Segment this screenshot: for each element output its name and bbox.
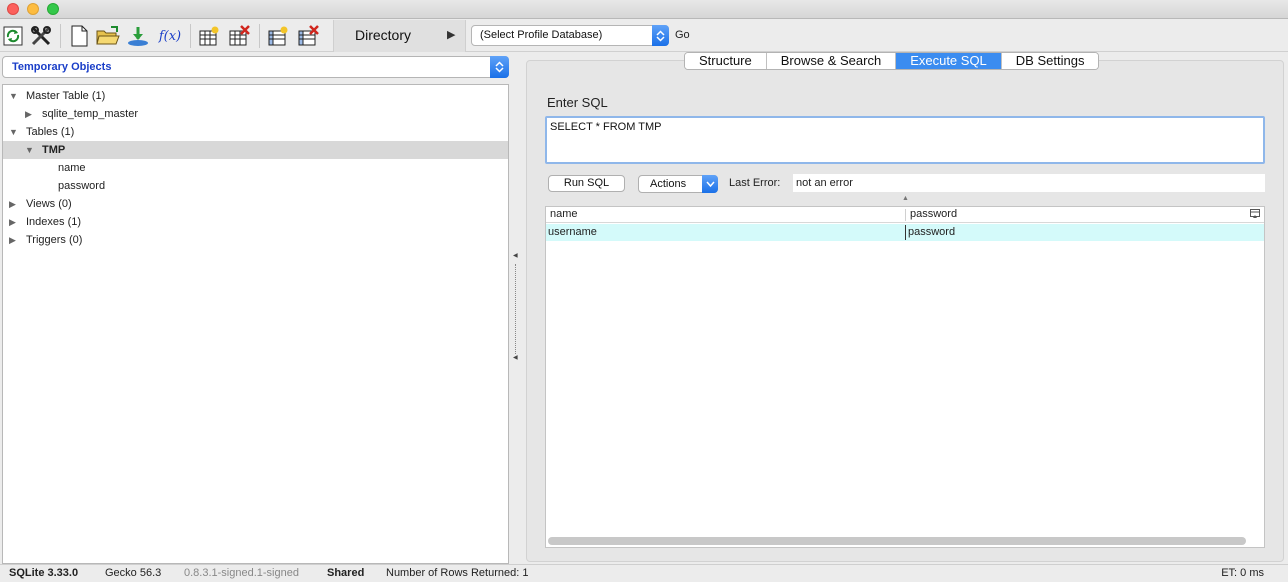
tab-execute-sql[interactable]: Execute SQL bbox=[896, 53, 1002, 69]
chevron-updown-icon[interactable] bbox=[652, 25, 669, 46]
build-version: 0.8.3.1-signed.1-signed bbox=[184, 567, 299, 579]
tree-item-column-password[interactable]: password bbox=[3, 177, 508, 195]
go-button[interactable]: Go bbox=[675, 29, 690, 41]
directory-tab[interactable]: Directory ▶ bbox=[333, 20, 466, 52]
toolbar-separator bbox=[190, 24, 191, 48]
actions-label: Actions bbox=[650, 178, 687, 190]
object-scope-select[interactable]: Temporary Objects bbox=[2, 56, 509, 78]
tab-structure[interactable]: Structure bbox=[685, 53, 767, 69]
tools-icon[interactable] bbox=[29, 24, 53, 48]
tree-item-sqlite-temp-master[interactable]: ▶ sqlite_temp_master bbox=[3, 105, 508, 123]
collapsed-triangle-icon[interactable]: ▶ bbox=[25, 105, 32, 123]
splitter-handle[interactable] bbox=[515, 264, 516, 354]
chevron-down-icon[interactable] bbox=[702, 175, 718, 193]
text-cursor bbox=[905, 225, 906, 240]
close-window-button[interactable] bbox=[7, 3, 19, 15]
new-table-icon[interactable] bbox=[197, 24, 221, 48]
chevron-updown-icon[interactable] bbox=[490, 56, 509, 78]
connection-mode: Shared bbox=[327, 567, 365, 579]
tab-browse-search[interactable]: Browse & Search bbox=[766, 53, 897, 69]
new-index-icon[interactable] bbox=[266, 24, 290, 48]
table-cell[interactable]: password bbox=[908, 224, 955, 241]
column-header-name[interactable]: name bbox=[550, 208, 578, 220]
run-sql-button[interactable]: Run SQL bbox=[548, 175, 625, 192]
column-picker-icon[interactable] bbox=[1250, 209, 1260, 219]
column-divider[interactable] bbox=[905, 209, 906, 221]
table-cell[interactable]: username bbox=[548, 224, 597, 241]
collapsed-triangle-icon[interactable]: ▶ bbox=[9, 213, 16, 231]
refresh-icon[interactable] bbox=[1, 24, 25, 48]
actions-select[interactable]: Actions bbox=[638, 175, 718, 193]
tree-item-column-name[interactable]: name bbox=[3, 159, 508, 177]
enter-sql-label: Enter SQL bbox=[547, 95, 608, 110]
sqlite-version: SQLite 3.33.0 bbox=[9, 567, 79, 579]
profile-database-value: (Select Profile Database) bbox=[480, 29, 603, 41]
gecko-version: Gecko 56.3 bbox=[105, 567, 162, 579]
new-file-icon[interactable] bbox=[67, 24, 91, 48]
toolbar-separator bbox=[60, 24, 61, 48]
toolbar-separator bbox=[259, 24, 260, 48]
expanded-triangle-icon[interactable]: ▼ bbox=[9, 123, 18, 141]
delete-table-icon[interactable] bbox=[227, 24, 251, 48]
toolbar: f(x) Directory ▶ (Select Profile Databas… bbox=[0, 20, 1288, 52]
collapsed-triangle-icon[interactable]: ▶ bbox=[9, 195, 16, 213]
horizontal-scrollbar[interactable] bbox=[548, 537, 1246, 545]
rows-returned: Number of Rows Returned: 1 bbox=[386, 567, 529, 579]
tree-item-triggers[interactable]: ▶ Triggers (0) bbox=[3, 231, 508, 249]
schema-tree[interactable]: ▼ Master Table (1) ▶ sqlite_temp_master … bbox=[2, 84, 509, 564]
column-header-password[interactable]: password bbox=[910, 208, 957, 220]
delete-index-icon[interactable] bbox=[296, 24, 320, 48]
directory-label: Directory bbox=[355, 27, 412, 43]
panel-splitter[interactable]: ◀ ◀ bbox=[510, 84, 522, 564]
results-grid[interactable]: name password username password bbox=[545, 206, 1265, 548]
profile-database-select[interactable]: (Select Profile Database) bbox=[471, 25, 669, 46]
play-arrow-icon[interactable]: ▶ bbox=[447, 28, 455, 41]
last-error-label: Last Error: bbox=[729, 177, 781, 189]
title-bar bbox=[0, 0, 1288, 19]
open-folder-icon[interactable] bbox=[96, 24, 120, 48]
resize-grip-icon[interactable]: ▲ bbox=[902, 195, 909, 202]
tree-item-tmp[interactable]: ▼ TMP bbox=[3, 141, 508, 159]
tree-item-views[interactable]: ▶ Views (0) bbox=[3, 195, 508, 213]
minimize-window-button[interactable] bbox=[27, 3, 39, 15]
results-header: name password bbox=[546, 207, 1264, 223]
last-error-value: not an error bbox=[793, 174, 1265, 192]
expanded-triangle-icon[interactable]: ▼ bbox=[25, 141, 34, 159]
collapsed-triangle-icon[interactable]: ▶ bbox=[9, 231, 16, 249]
status-bar: SQLite 3.33.0 Gecko 56.3 0.8.3.1-signed.… bbox=[0, 564, 1288, 582]
tab-db-settings[interactable]: DB Settings bbox=[1001, 53, 1099, 69]
tree-item-master-table[interactable]: ▼ Master Table (1) bbox=[3, 87, 508, 105]
main-tabs: Structure Browse & Search Execute SQL DB… bbox=[684, 52, 1100, 70]
tree-item-indexes[interactable]: ▶ Indexes (1) bbox=[3, 213, 508, 231]
sql-input[interactable]: SELECT * FROM TMP bbox=[545, 116, 1265, 164]
table-row[interactable]: username password bbox=[546, 224, 1264, 241]
elapsed-time: ET: 0 ms bbox=[1221, 567, 1264, 579]
tree-item-tables[interactable]: ▼ Tables (1) bbox=[3, 123, 508, 141]
collapse-left-arrow-icon[interactable]: ◀ bbox=[513, 354, 518, 361]
expanded-triangle-icon[interactable]: ▼ bbox=[9, 87, 18, 105]
function-icon[interactable]: f(x) bbox=[156, 24, 184, 48]
object-scope-value: Temporary Objects bbox=[12, 61, 112, 73]
collapse-left-arrow-icon[interactable]: ◀ bbox=[513, 252, 518, 259]
import-icon[interactable] bbox=[126, 24, 150, 48]
zoom-window-button[interactable] bbox=[47, 3, 59, 15]
